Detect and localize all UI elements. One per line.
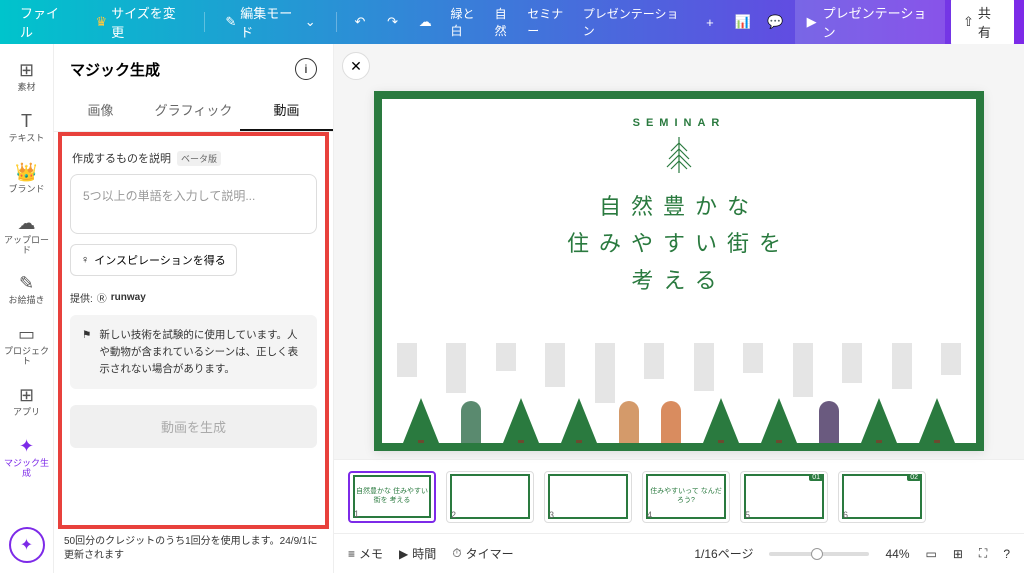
rail-brand[interactable]: 👑ブランド: [3, 156, 51, 201]
page-indicator[interactable]: 1/16ページ: [694, 545, 753, 562]
magic-panel: マジック生成 i 画像 グラフィック 動画 作成するものを説明ベータ版 5つ以上…: [54, 44, 334, 573]
thumbnail-3[interactable]: 3: [544, 471, 632, 523]
slide-thumbnails: 自然豊かな 住みやすい街を 考える1 2 3 住みやすいって なんだろう?4 0…: [334, 459, 1024, 533]
tree-illustration: [657, 133, 701, 182]
thumbnail-4[interactable]: 住みやすいって なんだろう?4: [642, 471, 730, 523]
thumbnail-5[interactable]: 015: [740, 471, 828, 523]
pencil-icon: ✎: [225, 14, 236, 30]
timer-button[interactable]: ⏱タイマー: [452, 545, 513, 562]
rail-upload[interactable]: ☁アップロード: [3, 207, 51, 262]
panel-title: マジック生成: [70, 59, 160, 80]
fullscreen-icon[interactable]: ⛶: [979, 546, 987, 561]
side-rail: ⊞素材 Tテキスト 👑ブランド ☁アップロード ✎お絵描き ▭プロジェクト ⊞ア…: [0, 44, 54, 573]
close-panel-button[interactable]: ✕: [342, 52, 370, 80]
highlighted-area: 作成するものを説明ベータ版 5つ以上の単語を入力して説明... ♀インスピレーシ…: [58, 132, 329, 529]
tab-image[interactable]: 画像: [54, 90, 147, 131]
edit-mode-button[interactable]: ✎編集モード⌄: [215, 0, 325, 47]
zoom-value[interactable]: 44%: [885, 547, 909, 561]
prompt-input[interactable]: 5つ以上の単語を入力して説明...: [70, 174, 317, 234]
info-button[interactable]: i: [295, 58, 317, 80]
duration-button[interactable]: ▶時間: [399, 545, 436, 562]
timer-icon: ⏱: [452, 546, 461, 561]
slide-canvas[interactable]: SEMINAR 自然豊かな 住みやすい街を 考える: [374, 91, 984, 451]
bulb-icon: ♀: [81, 254, 89, 266]
rail-projects[interactable]: ▭プロジェクト: [3, 318, 51, 373]
tab-video[interactable]: 動画: [240, 90, 333, 131]
slide-title: 自然豊かな 住みやすい街を 考える: [567, 188, 791, 300]
magic-fab[interactable]: ✦: [9, 527, 45, 563]
rail-draw[interactable]: ✎お絵描き: [3, 267, 51, 312]
inspiration-button[interactable]: ♀インスピレーションを得る: [70, 244, 237, 276]
rail-apps[interactable]: ⊞アプリ: [3, 379, 51, 424]
credit-info: 50回分のクレジットのうち1回分を使用します。24/9/1に更新されます: [54, 529, 333, 573]
bottom-toolbar: ≡メモ ▶時間 ⏱タイマー 1/16ページ 44% ▭ ⊞ ⛶ ?: [334, 533, 1024, 573]
thumbnail-6[interactable]: 026: [838, 471, 926, 523]
share-button[interactable]: ⇧共有: [951, 0, 1014, 47]
provider-label: 提供:Ⓡrunway: [70, 290, 317, 305]
skyline-illustration: [382, 333, 976, 443]
file-menu[interactable]: ファイル: [10, 0, 80, 47]
notes-icon: ≡: [348, 547, 355, 561]
present-button[interactable]: ▶プレゼンテーション: [795, 0, 945, 47]
tab-graphic[interactable]: グラフィック: [147, 90, 240, 131]
sparkle-icon: ✦: [19, 436, 34, 457]
panel-tabs: 画像 グラフィック 動画: [54, 90, 333, 132]
rail-text[interactable]: Tテキスト: [3, 105, 51, 150]
redo-button[interactable]: ↷: [379, 8, 406, 36]
flag-icon: ⚑: [82, 327, 91, 377]
rail-elements[interactable]: ⊞素材: [3, 54, 51, 99]
add-button[interactable]: +: [697, 8, 724, 36]
describe-label: 作成するものを説明ベータ版: [72, 150, 315, 166]
document-title[interactable]: 緑と白 自然 セミナー プレゼンテーション: [451, 5, 685, 39]
thumbnail-2[interactable]: 2: [446, 471, 534, 523]
help-icon[interactable]: ?: [1003, 547, 1010, 561]
seminar-label: SEMINAR: [633, 117, 726, 129]
cloud-sync-icon[interactable]: ☁: [412, 8, 439, 36]
chevron-down-icon: ⌄: [305, 14, 316, 30]
crown-icon: ♛: [96, 14, 108, 30]
undo-button[interactable]: ↶: [347, 8, 374, 36]
runway-logo-icon: Ⓡ: [97, 290, 107, 305]
resize-button[interactable]: ♛サイズを変更: [86, 0, 195, 47]
play-icon: ▶: [807, 14, 817, 30]
notice-box: ⚑新しい技術を試験的に使用しています。人や動物が含まれているシーンは、正しく表示…: [70, 315, 317, 389]
share-icon: ⇧: [963, 14, 974, 30]
comment-icon[interactable]: 💬: [762, 8, 789, 36]
rail-magic[interactable]: ✦マジック生成: [3, 430, 51, 485]
thumbnail-1[interactable]: 自然豊かな 住みやすい街を 考える1: [348, 471, 436, 523]
zoom-slider[interactable]: [769, 552, 869, 556]
clock-icon: ▶: [399, 547, 408, 561]
canvas-area: ✕ SEMINAR 自然豊かな 住みやすい街を 考える: [334, 44, 1024, 573]
chart-icon[interactable]: 📊: [729, 8, 756, 36]
generate-button[interactable]: 動画を生成: [70, 405, 317, 448]
view-single-icon[interactable]: ▭: [926, 547, 937, 561]
notes-button[interactable]: ≡メモ: [348, 545, 383, 562]
view-grid-icon[interactable]: ⊞: [953, 547, 963, 561]
top-toolbar: ファイル ♛サイズを変更 ✎編集モード⌄ ↶ ↷ ☁ 緑と白 自然 セミナー プ…: [0, 0, 1024, 44]
